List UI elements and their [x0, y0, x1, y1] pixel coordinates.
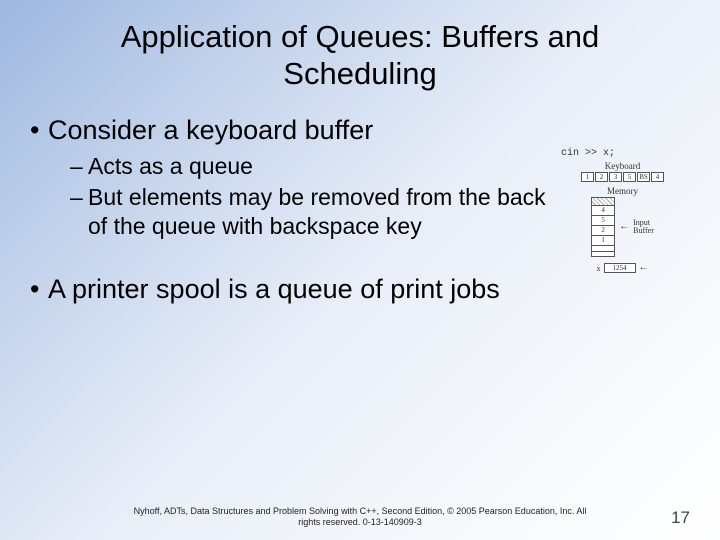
page-number: 17	[650, 508, 690, 528]
kb-cell: 5	[623, 172, 636, 182]
keyboard-label: Keyboard	[555, 161, 690, 171]
slide-title: Application of Queues: Buffers and Sched…	[0, 0, 720, 100]
bullet-1-sub-2: But elements may be removed from the bac…	[70, 183, 547, 241]
memory-column: 4 5 2 1	[591, 197, 615, 257]
bullet-1-subs: Acts as a queue But elements may be remo…	[30, 152, 547, 242]
mem-cell-hatched	[591, 197, 615, 205]
buffer-label: Input Buffer	[633, 219, 654, 235]
keyboard-buffer-figure: cin >> x; Keyboard 1 2 3 5 BS 4 Memory 4…	[555, 148, 690, 273]
left-arrow-icon: ←	[639, 263, 649, 273]
bullet-1: Consider a keyboard buffer	[30, 114, 690, 148]
figure-code: cin >> x;	[555, 148, 690, 159]
mem-cell-empty	[591, 251, 615, 257]
bullet-1-sub-1: Acts as a queue	[70, 152, 547, 181]
mem-cell: 5	[591, 215, 615, 225]
x-label: x	[597, 264, 601, 273]
kb-cell: BS	[637, 172, 650, 182]
memory-label: Memory	[555, 186, 690, 196]
x-row: x 1254 ←	[555, 263, 690, 273]
bullet-2: A printer spool is a queue of print jobs	[30, 273, 690, 307]
left-arrow-icon: ←	[619, 222, 629, 232]
slide-footer: Nyhoff, ADTs, Data Structures and Proble…	[0, 506, 720, 528]
kb-cell: 3	[609, 172, 622, 182]
x-value-cell: 1254	[604, 263, 636, 273]
slide-content: Consider a keyboard buffer Acts as a que…	[0, 100, 720, 307]
kb-cell: 4	[651, 172, 664, 182]
mem-cell: 1	[591, 235, 615, 245]
footer-citation: Nyhoff, ADTs, Data Structures and Proble…	[70, 506, 650, 528]
mem-cell: 2	[591, 225, 615, 235]
mem-cell: 4	[591, 205, 615, 215]
kb-cell: 2	[595, 172, 608, 182]
memory-block: 4 5 2 1 ← Input Buffer	[555, 197, 690, 257]
buffer-label-line2: Buffer	[633, 227, 654, 235]
bullet-1-row: Acts as a queue But elements may be remo…	[30, 152, 690, 273]
kb-cell: 1	[581, 172, 594, 182]
keyboard-cells: 1 2 3 5 BS 4	[555, 172, 690, 182]
